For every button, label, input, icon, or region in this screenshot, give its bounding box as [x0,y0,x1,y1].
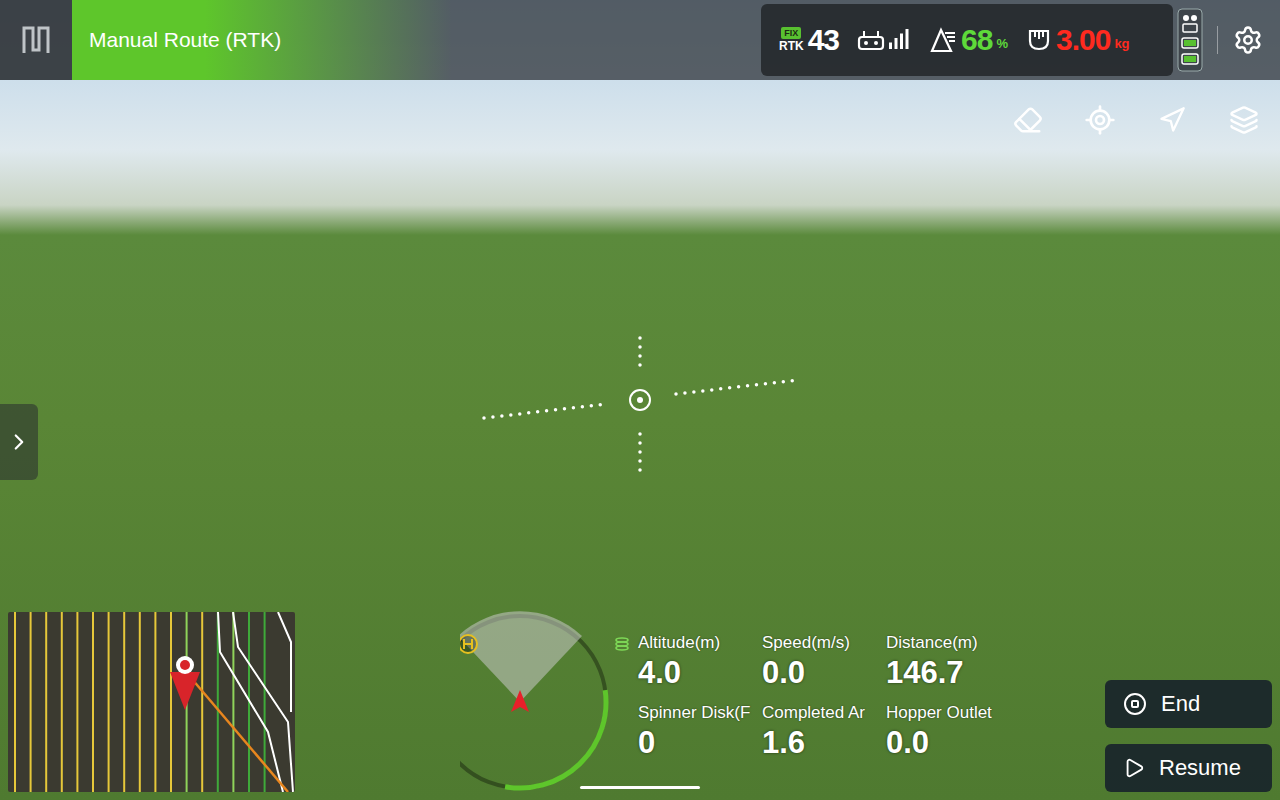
stop-button[interactable]: End [1105,680,1272,728]
payload-status: 3.00 kg [1026,25,1130,55]
layers-icon [1229,105,1259,135]
top-bar: Manual Route (RTK) FIXRTK 43 68% 3.00 kg [0,0,1280,80]
spray-area-icon [929,27,957,53]
route-line [123,612,125,792]
aircraft-heading-icon [511,690,529,712]
home-point-icon [460,635,477,653]
home-indicator [580,786,700,789]
route-line [30,612,32,792]
route-line [45,612,47,792]
status-panel: FIXRTK 43 68% 3.00 kg [761,4,1173,76]
remote-controller-icon [857,29,885,51]
rtk-label: RTK [779,40,804,53]
route-line [61,612,63,792]
compass-gauge [460,610,612,792]
mode-label: Manual Route (RTK) [72,0,452,80]
map-tools [1012,104,1260,136]
play-button[interactable]: Resume [1105,744,1272,792]
route-line [154,612,156,792]
altitude-icon [614,636,630,652]
route-line [201,612,203,792]
navigation-arrow-icon [1158,106,1186,134]
stop-icon [1123,692,1147,716]
rtk-status: FIXRTK 43 [779,25,839,55]
settings-button[interactable] [1232,24,1264,56]
tank-icon [1026,27,1052,53]
signal-status [857,29,911,51]
app-logo-icon [21,25,51,55]
route-line [76,612,78,792]
route-line [92,612,94,792]
crosshair-icon [480,330,800,480]
eraser-icon [1013,105,1043,135]
route-line [14,612,16,792]
rtk-fix-badge: FIX [781,27,801,39]
telemetry-item: Hopper Outlet0.0 [886,702,1016,764]
battery-status: 68% [929,25,1008,55]
route-line [108,612,110,792]
route-line [170,612,172,792]
telemetry-item: Speed(m/s)0.0 [762,632,886,694]
divider [1217,26,1218,54]
telemetry-item: Spinner Disk(F0 [638,702,762,764]
chevron-right-icon [6,429,32,455]
signal-strength-icon [889,29,911,51]
satellite-count: 43 [808,25,839,55]
layers-button[interactable] [1228,104,1260,136]
mini-map[interactable] [8,612,295,792]
route-line [232,612,234,792]
telemetry-panel: Altitude(m)4.0Speed(m/s)0.0Distance(m)14… [614,632,1016,764]
target-icon [1084,104,1116,136]
battery-unit: % [996,36,1008,51]
erase-button[interactable] [1012,104,1044,136]
route-button[interactable] [1156,104,1188,136]
expand-panel-button[interactable] [0,404,38,480]
payload-value: 3.00 [1056,25,1110,55]
locate-button[interactable] [1084,104,1116,136]
route-line [139,612,141,792]
telemetry-item: Distance(m)146.7 [886,632,1016,694]
drone-battery-icon [1177,8,1203,72]
gear-icon [1233,25,1263,55]
play-icon [1123,757,1145,779]
telemetry-item: Completed Ar1.6 [762,702,886,764]
payload-unit: kg [1114,36,1129,51]
camera-view: Manual Route (RTK) FIXRTK 43 68% 3.00 kg Altit… [0,0,1280,800]
obstacle-arc [505,690,606,788]
telemetry-item: Altitude(m)4.0 [638,632,762,694]
battery-value: 68 [961,25,992,55]
aircraft-position-icon [170,656,200,710]
menu-button[interactable] [0,0,72,80]
